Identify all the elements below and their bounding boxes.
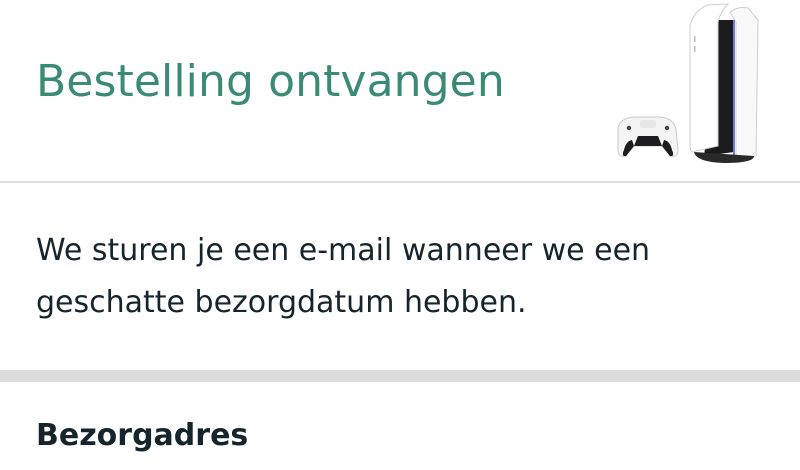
- controller-icon: [617, 116, 679, 157]
- delivery-address-heading: Bezorgadres: [36, 418, 249, 453]
- product-image: [617, 3, 759, 163]
- order-header: Bestelling ontvangen: [0, 0, 800, 181]
- page-title: Bestelling ontvangen: [36, 56, 505, 107]
- console-icon: [689, 3, 759, 163]
- section-divider: [0, 370, 800, 382]
- delivery-info-message: We sturen je een e-mail wanneer we een g…: [36, 233, 651, 320]
- header-divider: [0, 181, 800, 183]
